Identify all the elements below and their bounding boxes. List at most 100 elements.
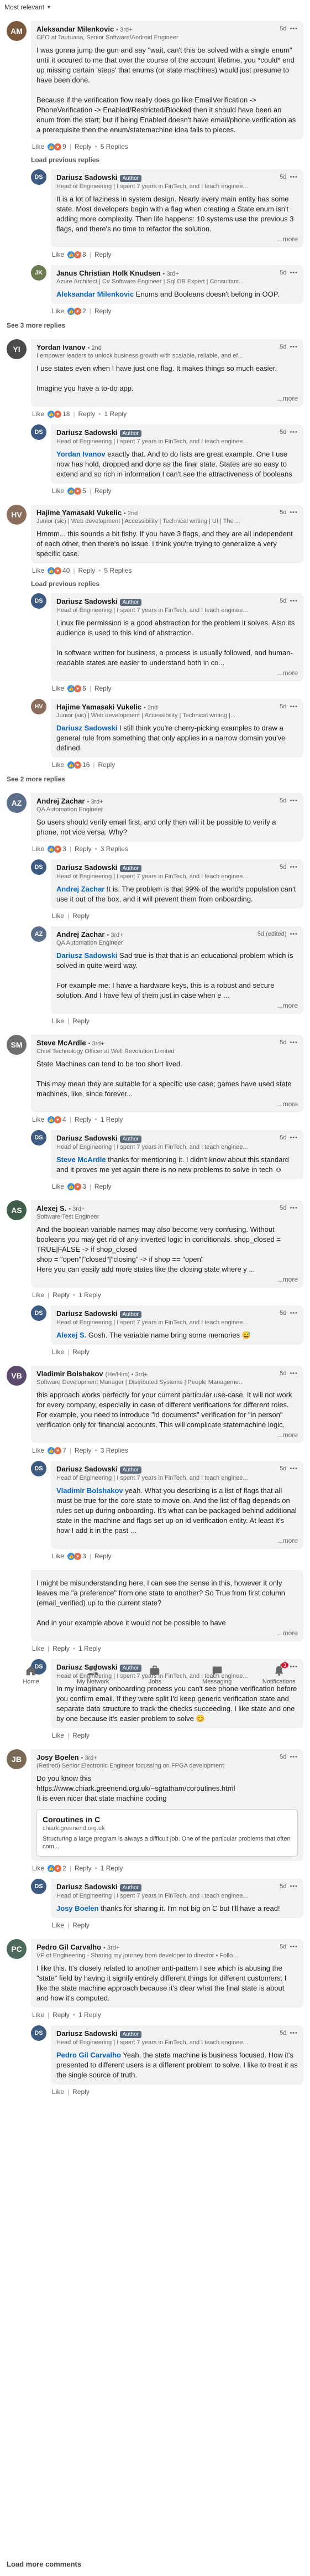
see-more-link[interactable]: ...more	[36, 1629, 298, 1637]
author-name[interactable]: Hajime Yamasaki Vukelic • 2nd	[56, 703, 298, 711]
like-button[interactable]: Like	[32, 410, 44, 418]
load-previous-replies-button[interactable]: Load previous replies	[0, 154, 310, 166]
avatar[interactable]: AS	[7, 1200, 27, 1220]
reply-button[interactable]: Reply	[52, 1291, 70, 1299]
reaction-count[interactable]: 👍 ♥ 7	[48, 1447, 66, 1454]
reply-button[interactable]: Reply	[52, 1645, 70, 1652]
mention-link[interactable]: Dariusz Sadowski	[56, 951, 118, 960]
like-button[interactable]: Like	[52, 761, 64, 769]
reply-button[interactable]: Reply	[94, 307, 112, 315]
reply-button[interactable]: Reply	[75, 1864, 92, 1872]
more-options-icon[interactable]: •••	[290, 797, 298, 804]
reply-button[interactable]: Reply	[94, 685, 112, 692]
nav-item-jobs[interactable]: Jobs	[135, 1665, 174, 1685]
see-more-link[interactable]: ...more	[56, 669, 298, 677]
like-button[interactable]: Like	[52, 1183, 64, 1190]
nav-item-my-network[interactable]: My Network	[73, 1665, 112, 1685]
mention-link[interactable]: Aleksandar Milenkovic	[56, 290, 134, 298]
author-name[interactable]: Aleksandar Milenkovic • 3rd+	[36, 25, 298, 33]
author-name[interactable]: Dariusz Sadowski Author	[56, 1465, 298, 1474]
like-button[interactable]: Like	[52, 487, 64, 495]
see-more-link[interactable]: ...more	[56, 1537, 298, 1544]
avatar[interactable]: DS	[31, 1879, 46, 1894]
replies-count[interactable]: 1 Reply	[78, 2011, 101, 2019]
mention-link[interactable]: Dariusz Sadowski	[56, 724, 118, 732]
replies-count[interactable]: 1 Reply	[101, 1864, 123, 1872]
like-button[interactable]: Like	[52, 1921, 64, 1929]
mention-link[interactable]: Andrej Zachar	[56, 885, 104, 893]
more-options-icon[interactable]: •••	[290, 864, 298, 870]
reaction-count[interactable]: 👍 ♥ 5	[67, 487, 86, 495]
more-options-icon[interactable]: •••	[290, 1754, 298, 1760]
author-name[interactable]: Dariusz Sadowski Author	[56, 863, 298, 872]
link-preview-card[interactable]: Coroutines in Cchiark.greenend.org.uk Str…	[36, 1809, 298, 1857]
see-more-replies-button[interactable]: See 2 more replies	[0, 772, 310, 786]
see-more-link[interactable]: ...more	[36, 395, 298, 402]
author-name[interactable]: Dariusz Sadowski Author	[56, 597, 298, 606]
reaction-count[interactable]: 👍 ♥ 16	[67, 761, 90, 769]
reply-button[interactable]: Reply	[72, 1732, 90, 1739]
like-button[interactable]: Like	[52, 1732, 64, 1739]
sort-dropdown[interactable]: Most relevant ▼	[0, 0, 310, 14]
reply-button[interactable]: Reply	[75, 1116, 92, 1123]
author-name[interactable]: Dariusz Sadowski Author	[56, 428, 298, 437]
reaction-count[interactable]: 👍 ♥ 2	[67, 307, 86, 315]
avatar[interactable]: DS	[31, 424, 46, 440]
avatar[interactable]: YI	[7, 339, 27, 359]
reply-button[interactable]: Reply	[72, 912, 90, 920]
like-button[interactable]: Like	[52, 307, 64, 315]
author-name[interactable]: Hajime Yamasaki Vukelic • 2nd	[36, 509, 298, 517]
avatar[interactable]: DS	[31, 169, 46, 185]
reply-button[interactable]: Reply	[72, 1921, 90, 1929]
reply-button[interactable]: Reply	[94, 1183, 112, 1190]
author-name[interactable]: Andrej Zachar • 3rd+	[36, 797, 298, 805]
author-name[interactable]: Dariusz Sadowski Author	[56, 2029, 298, 2038]
like-button[interactable]: Like	[32, 1116, 44, 1123]
avatar[interactable]: DS	[31, 2025, 46, 2041]
avatar[interactable]: DS	[31, 1130, 46, 1146]
more-options-icon[interactable]: •••	[290, 1943, 298, 1950]
more-options-icon[interactable]: •••	[290, 598, 298, 604]
like-button[interactable]: Like	[32, 567, 44, 574]
reply-button[interactable]: Reply	[52, 2011, 70, 2019]
reaction-count[interactable]: 👍 ♥ 4	[48, 1116, 66, 1123]
more-options-icon[interactable]: •••	[290, 174, 298, 180]
reaction-count[interactable]: 👍 ♥ 2	[48, 1864, 66, 1872]
avatar[interactable]: VB	[7, 1366, 27, 1386]
mention-link[interactable]: Vladimir Bolshakov	[56, 1486, 123, 1495]
like-button[interactable]: Like	[52, 912, 64, 920]
avatar[interactable]: PC	[7, 1939, 27, 1959]
mention-link[interactable]: Yordan Ivanov	[56, 450, 106, 458]
author-name[interactable]: Steve McArdle • 3rd+	[36, 1039, 298, 1047]
reply-button[interactable]: Reply	[75, 143, 92, 151]
replies-count[interactable]: 1 Reply	[78, 1291, 101, 1299]
mention-link[interactable]: Steve McArdle	[56, 1155, 106, 1164]
reaction-count[interactable]: 👍 ♥ 8	[67, 251, 86, 258]
avatar[interactable]: JB	[7, 1749, 27, 1769]
replies-count[interactable]: 1 Reply	[101, 1116, 123, 1123]
more-options-icon[interactable]: •••	[290, 931, 298, 937]
nav-item-messaging[interactable]: Messaging	[198, 1665, 237, 1685]
avatar[interactable]: DS	[31, 859, 46, 875]
like-button[interactable]: Like	[52, 1017, 64, 1025]
reply-button[interactable]: Reply	[72, 1017, 90, 1025]
author-name[interactable]: Alexej S. • 3rd+	[36, 1204, 298, 1212]
see-more-replies-button[interactable]: See 3 more replies	[0, 318, 310, 333]
reaction-count[interactable]: 👍 ♥ 3	[67, 1183, 86, 1190]
reply-button[interactable]: Reply	[72, 2088, 90, 2096]
avatar[interactable]: AZ	[7, 793, 27, 813]
avatar[interactable]: DS	[31, 593, 46, 609]
reaction-count[interactable]: 👍 ♥ 18	[48, 410, 70, 418]
like-button[interactable]: Like	[32, 1447, 44, 1454]
like-button[interactable]: Like	[32, 845, 44, 853]
reply-button[interactable]: Reply	[75, 1447, 92, 1454]
replies-count[interactable]: 3 Replies	[101, 1447, 128, 1454]
more-options-icon[interactable]: •••	[290, 1883, 298, 1890]
author-name[interactable]: Josy Boelen • 3rd+	[36, 1753, 298, 1761]
like-button[interactable]: Like	[32, 1291, 44, 1299]
avatar[interactable]: JK	[31, 265, 46, 281]
like-button[interactable]: Like	[52, 1552, 64, 1560]
avatar[interactable]: DS	[31, 1461, 46, 1476]
load-more-comments-button[interactable]: Load more comments	[7, 2560, 81, 2568]
like-button[interactable]: Like	[32, 1645, 44, 1652]
